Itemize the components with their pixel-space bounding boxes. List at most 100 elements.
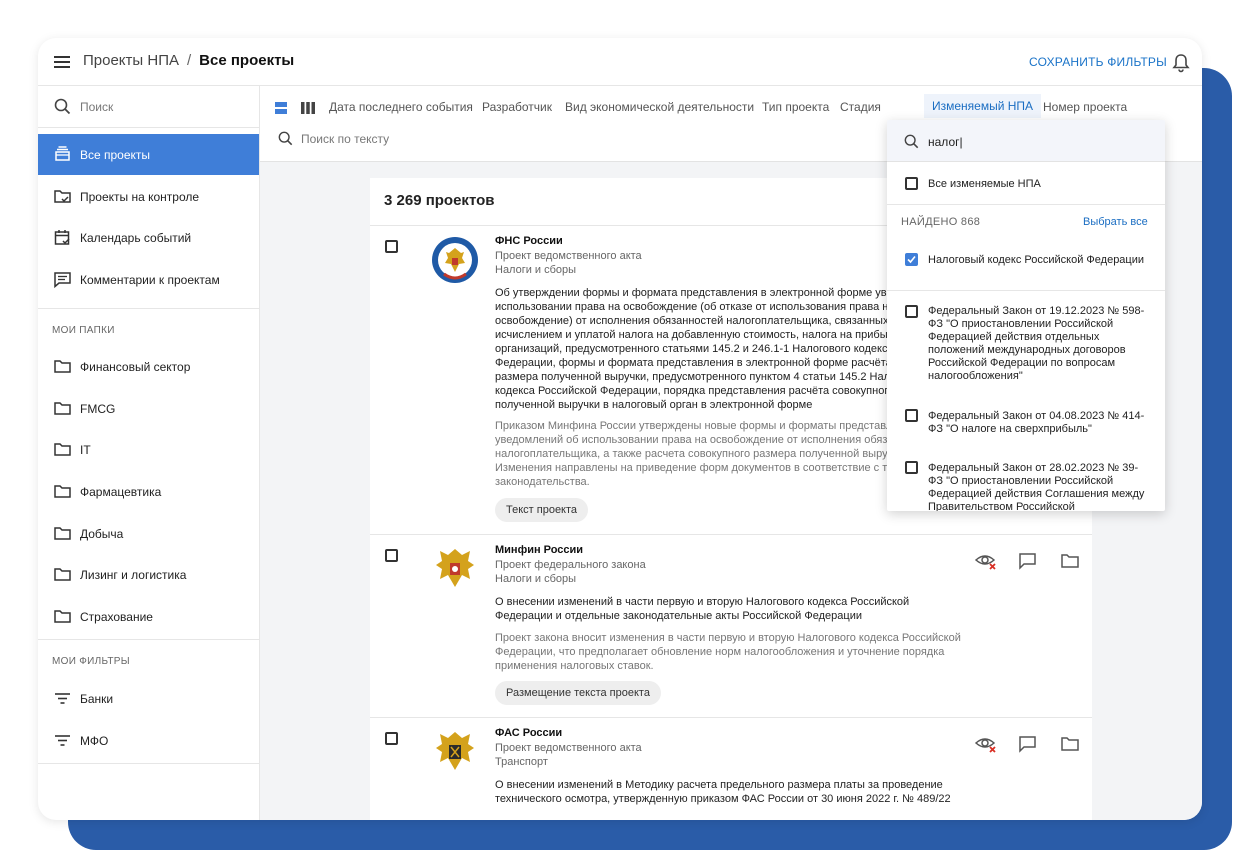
option-label: Федеральный Закон от 04.08.2023 № 414-ФЗ… [928,410,1145,435]
text-search-input[interactable]: Поиск по тексту [301,132,389,146]
project-title[interactable]: О внесении изменений в части первую и вт… [495,595,965,623]
project-title[interactable]: О внесении изменений в Методику расчета … [495,778,965,806]
project-checkbox[interactable] [385,549,398,562]
project-summary: Проект закона вносит изменения в части п… [495,632,961,672]
columns-view-icon[interactable] [301,101,315,114]
search-icon [54,98,71,120]
folder-icon[interactable] [1060,734,1080,754]
dropdown-option[interactable]: Налоговый кодекс Российской Федерации [887,242,1165,290]
sidebar-folder-label: Финансовый сектор [80,360,191,374]
folder-icon [53,607,72,626]
dropdown-search[interactable]: налог| [887,120,1165,162]
dropdown-search-input[interactable]: налог| [928,135,963,149]
comment-icon[interactable] [1018,734,1038,754]
dropdown-option[interactable]: Федеральный Закон от 04.08.2023 № 414-ФЗ… [887,393,1165,445]
filter-icon [53,731,72,750]
option-checkbox[interactable] [905,409,918,422]
sidebar-folder-fmcg[interactable]: FMCG [38,388,259,429]
sidebar-item-label: Календарь событий [80,231,192,245]
project-type: Проект ведомственного акта [495,742,642,754]
option-checkbox-checked[interactable] [905,253,918,266]
project-org: ФАС России [495,727,563,739]
tab-stage[interactable]: Стадия [840,100,881,114]
sidebar-item-comments[interactable]: Комментарии к проектам [38,259,259,300]
search-icon [904,134,919,154]
option-checkbox[interactable] [905,461,918,474]
dropdown-option-all[interactable]: Все изменяемые НПА [887,162,1165,204]
tab-developer[interactable]: Разработчик [482,100,552,114]
save-filters-button[interactable]: СОХРАНИТЬ ФИЛЬТРЫ [1029,55,1167,69]
folder-icon [53,440,72,459]
sidebar-folder-label: FMCG [80,402,116,416]
project-org: Минфин России [495,544,584,556]
sidebar-search[interactable]: Поиск [38,86,259,128]
sidebar-divider [38,763,259,764]
sidebar-filter-mfo[interactable]: МФО [38,720,259,761]
tab-last-event-date[interactable]: Дата последнего события [329,100,473,114]
sidebar-folder-it[interactable]: IT [38,429,259,470]
calendar-icon [53,228,72,247]
folders-section-label: МОИ ПАПКИ [52,325,115,336]
eye-off-icon[interactable] [974,734,996,754]
option-label: Федеральный Закон от 28.02.2023 № 39-ФЗ … [928,462,1145,511]
tab-project-number[interactable]: Номер проекта [1043,100,1127,114]
tab-changed-npa[interactable]: Изменяемый НПА [924,94,1042,118]
tab-economic-activity[interactable]: Вид экономической деятельности [565,100,754,114]
project-card[interactable]: Минфин России Проект федерального закона… [370,534,1092,717]
project-org: ФНС России [495,235,563,247]
breadcrumb-parent[interactable]: Проекты НПА [83,52,179,69]
fas-emblem-icon [430,726,480,778]
filters-section-label: МОИ ФИЛЬТРЫ [52,656,130,667]
project-stage-tag[interactable]: Размещение текста проекта [495,681,661,705]
folder-icon [53,399,72,418]
folder-icon[interactable] [1060,551,1080,571]
sidebar-filter-banks[interactable]: Банки [38,678,259,719]
option-label: Федеральный Закон от 19.12.2023 № 598-ФЗ… [928,305,1145,382]
list-view-icon[interactable] [275,101,287,114]
sidebar-folder-label: Добыча [80,527,124,541]
sidebar-folder-leasing[interactable]: Лизинг и логистика [38,554,259,595]
sidebar-item-all-projects[interactable]: Все проекты [38,134,259,175]
stack-icon [53,145,72,164]
found-count: НАЙДЕНО 868 [901,216,981,228]
comment-icon[interactable] [1018,551,1038,571]
sidebar-folder-financial-sector[interactable]: Финансовый сектор [38,346,259,387]
project-checkbox[interactable] [385,240,398,253]
folder-icon [53,565,72,584]
project-count: 3 269 проектов [384,192,495,209]
dropdown-option[interactable]: Федеральный Закон от 28.02.2023 № 39-ФЗ … [887,445,1165,511]
project-actions [974,551,1085,571]
sidebar-divider [38,639,259,640]
option-checkbox[interactable] [905,177,918,190]
search-icon [278,131,293,151]
sidebar-folder-insurance[interactable]: Страхование [38,596,259,637]
project-checkbox[interactable] [385,732,398,745]
project-card[interactable]: ФАС России Проект ведомственного акта Тр… [370,717,1092,820]
sidebar-folder-label: Лизинг и логистика [80,568,187,582]
folder-icon [53,357,72,376]
project-actions [974,734,1085,754]
sidebar-item-controlled-projects[interactable]: Проекты на контроле [38,176,259,217]
sidebar-folder-pharma[interactable]: Фармацевтика [38,471,259,512]
menu-icon[interactable] [54,56,70,68]
sidebar-item-calendar[interactable]: Календарь событий [38,217,259,258]
project-stage-tag[interactable]: Текст проекта [495,498,589,522]
tab-project-type[interactable]: Тип проекта [762,100,829,114]
changed-npa-dropdown: налог| Все изменяемые НПА НАЙДЕНО 868 Вы… [887,120,1165,511]
project-topic: Транспорт [495,756,548,768]
minfin-emblem-icon [430,543,480,595]
select-all-link[interactable]: Выбрать все [1083,216,1148,228]
sidebar-folder-mining[interactable]: Добыча [38,513,259,554]
check-icon [907,255,916,264]
project-topic: Налоги и сборы [495,264,577,276]
bell-icon[interactable] [1172,53,1190,73]
sidebar-filter-label: МФО [80,734,109,748]
fns-emblem-icon [430,234,480,286]
sidebar: Поиск Все проекты Проекты на контроле Ка… [38,86,260,820]
sidebar-folder-label: Фармацевтика [80,485,162,499]
option-checkbox[interactable] [905,305,918,318]
dropdown-option[interactable]: Федеральный Закон от 19.12.2023 № 598-ФЗ… [887,291,1165,393]
sidebar-folder-label: IT [80,443,91,457]
eye-off-icon[interactable] [974,551,996,571]
sidebar-search-input[interactable]: Поиск [80,100,113,114]
